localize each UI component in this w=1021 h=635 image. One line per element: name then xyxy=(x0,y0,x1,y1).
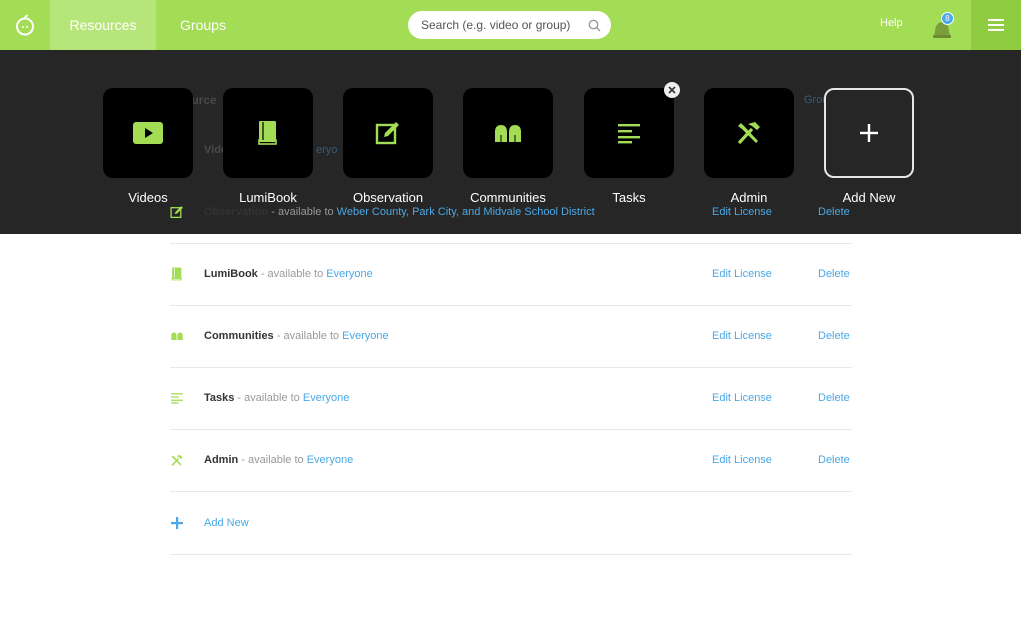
edit-icon xyxy=(375,122,399,145)
book-icon xyxy=(170,267,184,281)
tab-resources[interactable]: Resources xyxy=(50,0,156,50)
resource-name: Tasks xyxy=(204,392,235,404)
top-nav-bar: Resources Groups Help 8 xyxy=(0,0,1021,50)
tile-admin[interactable] xyxy=(704,88,794,178)
availability-separator: - available to xyxy=(268,206,337,218)
tile-observation[interactable] xyxy=(343,88,433,178)
notifications-button[interactable]: 8 xyxy=(931,12,955,40)
resource-row-text: Observation - available to Weber County,… xyxy=(204,206,595,218)
tools-icon xyxy=(737,122,760,145)
tile-videos[interactable] xyxy=(103,88,193,178)
tile-add-new[interactable] xyxy=(824,88,914,178)
tab-groups[interactable]: Groups xyxy=(160,0,246,50)
delete-link[interactable]: Delete xyxy=(818,206,850,218)
delete-link[interactable]: Delete xyxy=(818,330,850,342)
video-icon xyxy=(133,122,163,144)
resource-row-add-new[interactable]: Add New xyxy=(170,493,852,555)
availability-link[interactable]: Everyone xyxy=(326,268,372,280)
tile-communities[interactable] xyxy=(463,88,553,178)
close-icon xyxy=(668,86,676,94)
availability-separator: - available to xyxy=(273,330,343,342)
hamburger-menu-button[interactable] xyxy=(971,0,1021,50)
resource-row-admin: Admin - available to Everyone Edit Licen… xyxy=(170,430,852,492)
edit-license-link[interactable]: Edit License xyxy=(712,330,772,342)
resource-name: Communities xyxy=(204,330,274,342)
apple-logo-icon xyxy=(16,14,34,36)
people-icon xyxy=(495,125,521,142)
list-icon xyxy=(170,391,184,405)
delete-link[interactable]: Delete xyxy=(818,454,850,466)
search-input[interactable] xyxy=(421,18,581,32)
help-link[interactable]: Help xyxy=(880,17,903,29)
edit-license-link[interactable]: Edit License xyxy=(712,454,772,466)
resource-row-communities: Communities - available to Everyone Edit… xyxy=(170,306,852,368)
resource-name: Observation xyxy=(204,206,269,218)
edit-icon xyxy=(170,205,184,219)
resource-row-text: LumiBook - available to Everyone xyxy=(204,268,373,280)
resource-row-tasks: Tasks - available to Everyone Edit Licen… xyxy=(170,368,852,430)
edit-license-link[interactable]: Edit License xyxy=(712,206,772,218)
book-icon xyxy=(258,121,277,145)
plus-icon[interactable] xyxy=(170,516,184,530)
notification-badge: 8 xyxy=(941,12,954,25)
tile-lumibook[interactable] xyxy=(223,88,313,178)
resource-name: LumiBook xyxy=(204,268,258,280)
menu-icon xyxy=(988,19,1004,31)
availability-link[interactable]: Everyone xyxy=(303,392,349,404)
people-icon xyxy=(170,329,184,343)
resource-row-lumibook: LumiBook - available to Everyone Edit Li… xyxy=(170,244,852,306)
edit-license-link[interactable]: Edit License xyxy=(712,268,772,280)
delete-link[interactable]: Delete xyxy=(818,268,850,280)
search-icon[interactable] xyxy=(588,19,601,32)
availability-separator: - available to xyxy=(238,454,307,466)
resource-row-observation: Observation - available to Weber County,… xyxy=(170,182,852,244)
delete-link[interactable]: Delete xyxy=(818,392,850,404)
search-bar[interactable] xyxy=(408,11,611,39)
plus-icon xyxy=(860,124,878,142)
resource-row-text: Communities - available to Everyone xyxy=(204,330,389,342)
availability-separator: - available to xyxy=(234,392,303,404)
availability-link[interactable]: Everyone xyxy=(307,454,353,466)
app-logo[interactable] xyxy=(0,0,50,50)
availability-link[interactable]: Everyone xyxy=(342,330,388,342)
close-overlay-button[interactable] xyxy=(664,82,680,98)
resource-row-text: Tasks - available to Everyone xyxy=(204,392,349,404)
availability-link[interactable]: Weber County, Park City, and Midvale Sch… xyxy=(337,206,595,218)
resource-row-text: Admin - available to Everyone xyxy=(204,454,353,466)
tools-icon xyxy=(170,453,184,467)
edit-license-link[interactable]: Edit License xyxy=(712,392,772,404)
availability-separator: - available to xyxy=(257,268,327,280)
ghost-row-link: eryo xyxy=(316,144,338,156)
tile-tasks[interactable] xyxy=(584,88,674,178)
resource-name: Admin xyxy=(204,454,239,466)
add-new-resource-link[interactable]: Add New xyxy=(204,517,249,529)
list-icon xyxy=(618,124,640,144)
